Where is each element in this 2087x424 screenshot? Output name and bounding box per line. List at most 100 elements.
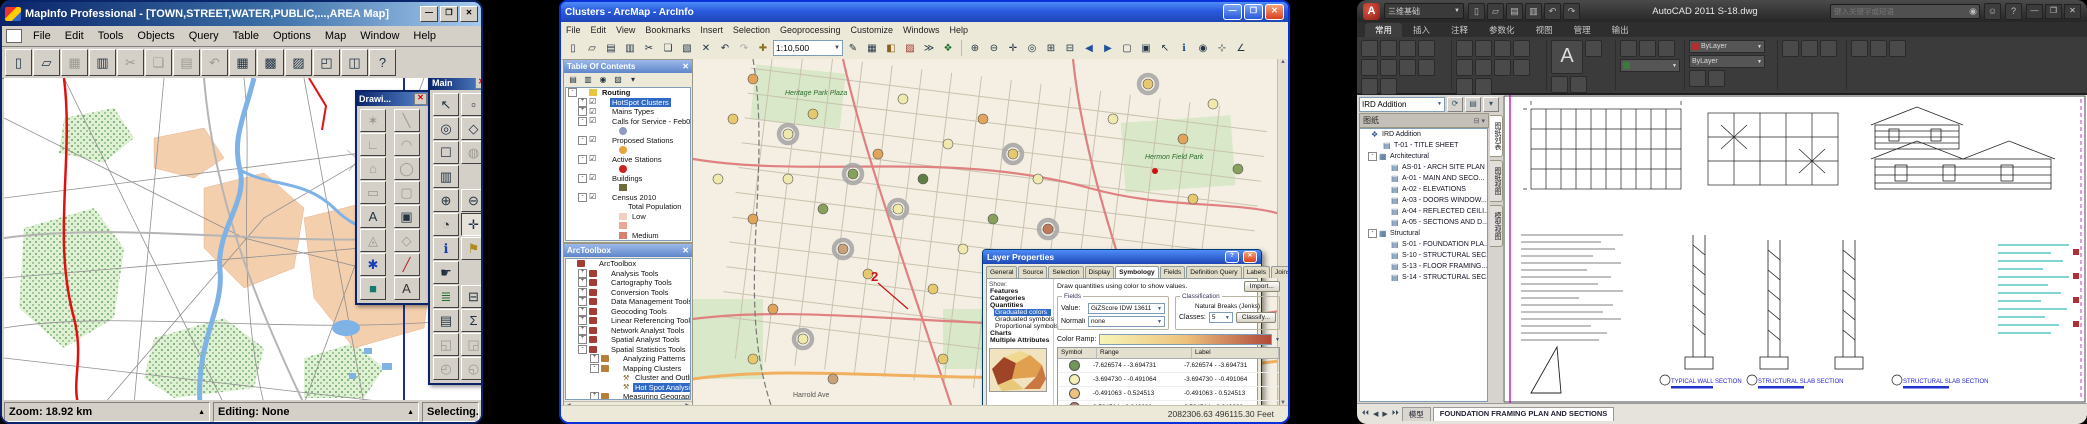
maximize-button[interactable]: ❐ — [1244, 4, 1263, 20]
zoom-out-icon[interactable]: ⊖ — [461, 189, 482, 212]
signin-icon[interactable]: ☺ — [1984, 3, 2001, 20]
class-row[interactable]: -0.491063 - 0.524513 -0.491063 - 0.52451… — [1058, 387, 1279, 401]
layer-control-icon[interactable]: ≣ — [433, 285, 459, 308]
back-extent-icon[interactable]: ◀ — [1080, 39, 1098, 57]
sheet-row[interactable]: ▤ S-14 - STRUCTURAL SEC... — [1360, 272, 1487, 283]
catalog-icon[interactable]: ◧ — [882, 39, 900, 57]
expand-icon[interactable]: - — [1368, 229, 1377, 238]
label-tool-icon[interactable]: ⚑ — [461, 237, 482, 260]
zoom-status-cell[interactable]: Zoom: 18.92 km▲ — [4, 402, 210, 422]
expand-icon[interactable]: + — [578, 288, 587, 297]
polyline-tool-icon[interactable]: ∟ — [360, 133, 386, 156]
expand-icon[interactable] — [1362, 131, 1369, 138]
erase-icon[interactable] — [1494, 59, 1511, 76]
toc-layer-row[interactable]: + ☑ HotSpot Clusters — [566, 98, 690, 108]
region-icon[interactable] — [1380, 78, 1397, 95]
refresh-icon[interactable]: ⟳ — [1447, 97, 1463, 112]
show-tree-item[interactable]: Features — [989, 288, 1051, 295]
menu-item[interactable]: Options — [266, 30, 318, 42]
paste-icon[interactable]: ▤ — [173, 49, 200, 76]
new-layout-icon[interactable]: ◰ — [313, 49, 340, 76]
dialog-tab[interactable]: Joins & Relates — [1271, 266, 1290, 278]
toc-layer-row[interactable] — [566, 221, 690, 231]
toc-layer-row[interactable]: - ☑ Buildings — [566, 174, 690, 184]
layout-tab[interactable]: 模型 — [1402, 407, 1431, 421]
ellipse-tool-icon[interactable]: ◯ — [394, 157, 420, 180]
close-button[interactable]: ✕ — [460, 6, 478, 22]
expand-icon[interactable] — [600, 232, 607, 239]
class-row[interactable]: -7.626574 - -3.694731 -7.626574 - -3.694… — [1058, 359, 1279, 373]
assign-district-icon[interactable]: ◲ — [461, 333, 482, 356]
expand-icon[interactable]: + — [578, 335, 587, 344]
toolbox-row[interactable]: + Network Analyst Tools — [566, 326, 690, 336]
new-grapher-icon[interactable]: ▨ — [285, 49, 312, 76]
sheet-row[interactable]: ▤ S-10 - STRUCTURAL SEC... — [1360, 250, 1487, 261]
expand-icon[interactable] — [1382, 263, 1389, 270]
sheet-row[interactable]: ▤ AS-01 - ARCH SITE PLAN — [1360, 162, 1487, 173]
toolbox-row[interactable]: + Conversion Tools — [566, 288, 690, 298]
expand-icon[interactable] — [1382, 175, 1389, 182]
maximize-button[interactable]: ❐ — [440, 6, 458, 22]
expand-icon[interactable]: + — [578, 307, 587, 316]
sheet-row[interactable]: ❖ IRD Addition — [1360, 129, 1487, 140]
expand-icon[interactable]: + — [590, 392, 599, 400]
save-table-icon[interactable]: ▦ — [61, 49, 88, 76]
menu-item[interactable]: Tools — [91, 30, 131, 42]
minimize-button[interactable]: — — [1223, 4, 1242, 20]
table-of-contents-icon[interactable]: ▦ — [863, 39, 881, 57]
layer-visibility-checkbox[interactable]: ☑ — [589, 155, 597, 163]
toolbox-row[interactable]: + Linear Referencing Tools — [566, 316, 690, 326]
model-builder-icon[interactable]: ❖ — [939, 39, 957, 57]
drawing-canvas[interactable]: TYPICAL WALL SECTION STRUCTURAL SLAB SEC… — [1503, 95, 2087, 404]
move-icon[interactable] — [1456, 40, 1473, 57]
show-tree-item[interactable]: Charts — [989, 330, 1051, 337]
editing-status-cell[interactable]: Editing: None▲ — [213, 402, 419, 422]
copy-icon[interactable] — [1513, 40, 1530, 57]
fixed-zoom-out-icon[interactable]: ⊟ — [1061, 39, 1079, 57]
toolbox-row[interactable]: + Cartography Tools — [566, 278, 690, 288]
expand-icon[interactable] — [1382, 252, 1389, 259]
search-input[interactable] — [1831, 7, 1967, 16]
toolbox-row[interactable]: ArcToolbox — [566, 259, 690, 269]
text-icon[interactable]: A — [1551, 40, 1583, 74]
qnew-icon[interactable]: ▯ — [1468, 3, 1485, 20]
rotate-icon[interactable] — [1475, 40, 1492, 57]
insert-block-icon[interactable] — [1782, 40, 1799, 57]
boundary-select-icon[interactable]: ☐ — [433, 141, 459, 164]
expand-icon[interactable]: + — [578, 269, 587, 278]
clear-selection-icon[interactable]: ▣ — [1137, 39, 1155, 57]
close-icon[interactable]: ✕ — [682, 62, 689, 71]
rounded-rectangle-tool-icon[interactable]: ▢ — [394, 181, 420, 204]
ribbon-tab[interactable]: 参数化 — [1479, 23, 1525, 37]
sheet-row[interactable]: ▤ A-01 - MAIN AND SECO... — [1360, 173, 1487, 184]
ribbon-tab[interactable]: 常用 — [1365, 23, 1402, 37]
open-icon[interactable]: ▱ — [1487, 3, 1504, 20]
clip-region-icon[interactable]: ◴ — [433, 357, 459, 380]
copy-icon[interactable]: ❏ — [659, 39, 677, 57]
open-icon[interactable]: ▱ — [583, 39, 601, 57]
save-icon[interactable]: ▤ — [602, 39, 620, 57]
undo-icon[interactable]: ↶ — [716, 39, 734, 57]
new-table-icon[interactable]: ▯ — [5, 49, 32, 76]
menu-item[interactable]: Help — [945, 25, 974, 35]
toc-layer-row[interactable]: - ☑ Active Stations — [566, 155, 690, 165]
symbol-column-header[interactable]: Symbol — [1058, 348, 1097, 358]
line-icon[interactable] — [1361, 40, 1378, 57]
plot-icon[interactable]: ▥ — [1525, 3, 1542, 20]
dialog-tab[interactable]: Symbology — [1115, 266, 1159, 278]
paste-icon[interactable]: ▧ — [678, 39, 696, 57]
graph-select-icon[interactable]: ▥ — [433, 165, 459, 188]
id-point-icon[interactable] — [1889, 40, 1906, 57]
menu-item[interactable]: Selection — [728, 25, 775, 35]
expand-icon[interactable]: + — [578, 316, 587, 325]
layer-visibility-checkbox[interactable]: ☑ — [589, 98, 597, 106]
add-data-icon[interactable]: ✚ — [754, 39, 772, 57]
scale-icon[interactable] — [1513, 59, 1530, 76]
toc-layer-row[interactable] — [566, 240, 690, 241]
expand-icon[interactable]: + — [578, 278, 587, 287]
sheet-row[interactable]: - ▦ Structural — [1360, 228, 1487, 239]
layer-visibility-checkbox[interactable]: ☑ — [589, 193, 597, 201]
ribbon-tab[interactable]: 插入 — [1403, 23, 1440, 37]
toc-layer-row[interactable]: - ☑ Census 2010 — [566, 193, 690, 203]
statistics-icon[interactable]: Σ — [461, 309, 482, 332]
